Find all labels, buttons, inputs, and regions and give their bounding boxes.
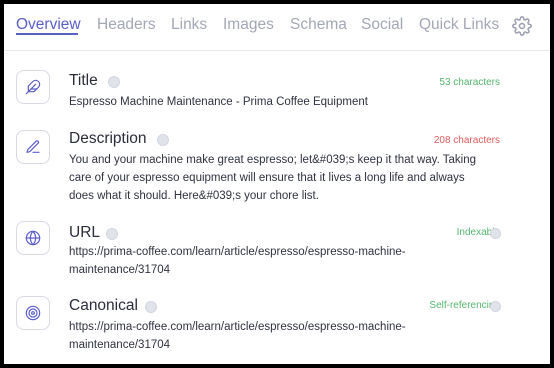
tab-links[interactable]: Links bbox=[171, 16, 207, 34]
description-status: 208 characters bbox=[433, 135, 500, 146]
globe-icon bbox=[16, 221, 50, 255]
tab-headers[interactable]: Headers bbox=[97, 16, 156, 34]
tab-bar: Overview Headers Links Images Schema Soc… bbox=[4, 4, 550, 51]
tab-images[interactable]: Images bbox=[223, 16, 274, 34]
tab-social[interactable]: Social bbox=[361, 16, 403, 34]
title-value: Espresso Machine Maintenance - Prima Cof… bbox=[69, 96, 368, 108]
canonical-value[interactable]: https://prima-coffee.com/learn/article/e… bbox=[69, 318, 437, 354]
seo-panel: Overview Headers Links Images Schema Soc… bbox=[4, 4, 550, 364]
tab-overview[interactable]: Overview bbox=[16, 16, 81, 34]
url-value[interactable]: https://prima-coffee.com/learn/article/e… bbox=[69, 243, 437, 279]
info-icon[interactable] bbox=[490, 228, 501, 239]
active-tab-indicator bbox=[16, 33, 78, 35]
pencil-icon bbox=[16, 130, 50, 164]
canonical-label: Canonical bbox=[69, 297, 138, 314]
description-label: Description bbox=[69, 130, 147, 147]
info-icon[interactable] bbox=[157, 134, 169, 146]
description-value: You and your machine make great espresso… bbox=[69, 154, 477, 202]
tab-schema[interactable]: Schema bbox=[290, 16, 347, 34]
tab-quick-links[interactable]: Quick Links bbox=[419, 16, 499, 34]
title-label: Title bbox=[69, 72, 98, 89]
title-status: 53 characters bbox=[439, 77, 500, 88]
info-icon[interactable] bbox=[108, 76, 120, 88]
target-icon bbox=[16, 296, 50, 330]
url-label: URL bbox=[69, 224, 101, 241]
info-icon[interactable] bbox=[145, 301, 157, 313]
feather-icon bbox=[16, 70, 50, 104]
gear-icon[interactable] bbox=[512, 16, 532, 36]
info-icon[interactable] bbox=[106, 228, 118, 240]
info-icon[interactable] bbox=[490, 301, 501, 312]
